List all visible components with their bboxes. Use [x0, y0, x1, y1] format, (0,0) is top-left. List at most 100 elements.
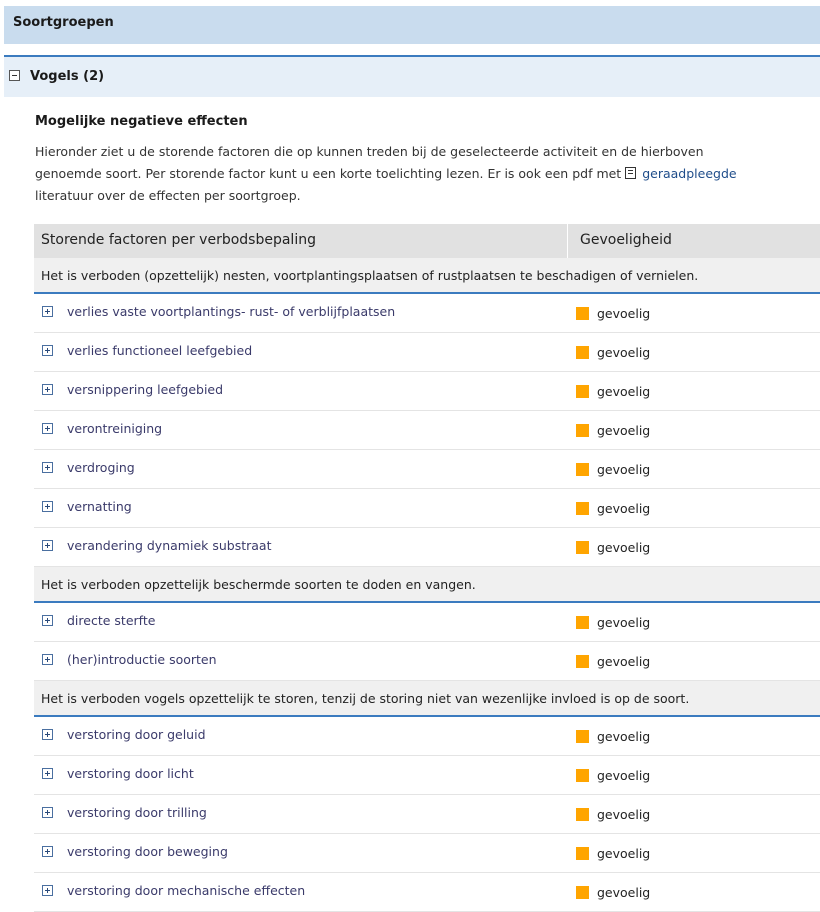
factor-cell[interactable]: verstoring door beweging	[34, 834, 568, 872]
factor-label[interactable]: verstoring door geluid	[67, 727, 206, 742]
expand-icon[interactable]	[42, 885, 53, 896]
factor-cell[interactable]: verstoring door licht	[34, 756, 568, 794]
sensitivity-indicator-icon	[576, 463, 589, 476]
factor-cell[interactable]: (her)introductie soorten	[34, 642, 568, 680]
table-row[interactable]: verstoring door trilling gevoelig	[34, 795, 820, 834]
table-row[interactable]: verdroging gevoelig	[34, 450, 820, 489]
table-header: Storende factoren per verbodsbepaling Ge…	[34, 224, 820, 258]
factor-cell[interactable]: verandering dynamiek substraat	[34, 528, 568, 566]
table-row[interactable]: verlies vaste voortplantings- rust- of v…	[34, 294, 820, 333]
factor-label[interactable]: verlies functioneel leefgebied	[67, 343, 252, 358]
header-sensitivity: Gevoeligheid	[580, 232, 672, 248]
sensitivity-label: gevoelig	[597, 846, 651, 861]
table-row[interactable]: directe sterfte gevoelig	[34, 603, 820, 642]
table-row[interactable]: verstoring door geluid gevoelig	[34, 717, 820, 756]
factor-label[interactable]: verandering dynamiek substraat	[67, 538, 272, 553]
sensitivity-indicator-icon	[576, 346, 589, 359]
sensitivity-cell: gevoelig	[568, 834, 820, 872]
factor-label[interactable]: verstoring door trilling	[67, 805, 207, 820]
sensitivity-indicator-icon	[576, 847, 589, 860]
factor-label[interactable]: vernatting	[67, 499, 132, 514]
effects-intro: Hieronder ziet u de storende factoren di…	[35, 141, 820, 207]
expand-icon[interactable]	[42, 729, 53, 740]
vogels-group-header[interactable]: Vogels (2)	[4, 55, 820, 97]
expand-icon[interactable]	[42, 306, 53, 317]
sensitivity-cell: gevoelig	[568, 450, 820, 488]
sensitivity-cell: gevoelig	[568, 795, 820, 833]
sensitivity-cell: gevoelig	[568, 642, 820, 680]
sensitivity-label: gevoelig	[597, 306, 651, 321]
expand-icon[interactable]	[42, 501, 53, 512]
factor-cell[interactable]: directe sterfte	[34, 603, 568, 641]
table-row[interactable]: verandering dynamiek substraat gevoelig	[34, 528, 820, 567]
factor-cell[interactable]: verstoring door trilling	[34, 795, 568, 833]
sensitivity-cell: gevoelig	[568, 603, 820, 641]
prohibition-heading: Het is verboden vogels opzettelijk te st…	[34, 681, 820, 717]
sensitivity-cell: gevoelig	[568, 528, 820, 566]
factor-label[interactable]: versnippering leefgebied	[67, 382, 223, 397]
table-row[interactable]: verstoring door mechanische effecten gevo…	[34, 873, 820, 912]
header-factors: Storende factoren per verbodsbepaling	[34, 224, 568, 258]
sensitivity-label: gevoelig	[597, 501, 651, 516]
sensitivity-label: gevoelig	[597, 768, 651, 783]
sensitivity-label: gevoelig	[597, 384, 651, 399]
factor-label[interactable]: verlies vaste voortplantings- rust- of v…	[67, 304, 395, 319]
sensitivity-cell: gevoelig	[568, 873, 820, 911]
factor-cell[interactable]: verontreiniging	[34, 411, 568, 449]
collapse-icon[interactable]	[9, 70, 20, 81]
expand-icon[interactable]	[42, 846, 53, 857]
table-row[interactable]: verlies functioneel leefgebied gevoelig	[34, 333, 820, 372]
sensitivity-cell: gevoelig	[568, 372, 820, 410]
factor-cell[interactable]: vernatting	[34, 489, 568, 527]
factor-cell[interactable]: verlies functioneel leefgebied	[34, 333, 568, 371]
intro-line-3: literatuur over de effecten per soortgro…	[35, 188, 301, 203]
expand-icon[interactable]	[42, 654, 53, 665]
factor-cell[interactable]: verlies vaste voortplantings- rust- of v…	[34, 294, 568, 332]
factors-table: Storende factoren per verbodsbepaling Ge…	[34, 224, 820, 912]
factor-label[interactable]: verstoring door mechanische effecten	[67, 883, 305, 898]
table-row[interactable]: verstoring door beweging gevoelig	[34, 834, 820, 873]
expand-icon[interactable]	[42, 768, 53, 779]
vogels-title: Vogels (2)	[30, 69, 105, 84]
table-row[interactable]: vernatting gevoelig	[34, 489, 820, 528]
expand-icon[interactable]	[42, 615, 53, 626]
sensitivity-indicator-icon	[576, 769, 589, 782]
factor-label[interactable]: verstoring door licht	[67, 766, 194, 781]
table-row[interactable]: verstoring door licht gevoelig	[34, 756, 820, 795]
effects-title: Mogelijke negatieve effecten	[35, 114, 248, 129]
expand-icon[interactable]	[42, 807, 53, 818]
factor-label[interactable]: verdroging	[67, 460, 135, 475]
factor-cell[interactable]: verdroging	[34, 450, 568, 488]
sensitivity-label: gevoelig	[597, 345, 651, 360]
sensitivity-indicator-icon	[576, 307, 589, 320]
sensitivity-label: gevoelig	[597, 807, 651, 822]
factor-label[interactable]: verontreiniging	[67, 421, 162, 436]
sensitivity-label: gevoelig	[597, 654, 651, 669]
factor-cell[interactable]: verstoring door mechanische effecten	[34, 873, 568, 911]
expand-icon[interactable]	[42, 423, 53, 434]
prohibition-heading: Het is verboden (opzettelijk) nesten, vo…	[34, 258, 820, 294]
intro-line-2: genoemde soort. Per storende factor kunt…	[35, 163, 820, 185]
sensitivity-cell: gevoelig	[568, 756, 820, 794]
table-row[interactable]: (her)introductie soorten gevoelig	[34, 642, 820, 681]
sensitivity-label: gevoelig	[597, 729, 651, 744]
factor-label[interactable]: verstoring door beweging	[67, 844, 228, 859]
expand-icon[interactable]	[42, 345, 53, 356]
sensitivity-label: gevoelig	[597, 423, 651, 438]
expand-icon[interactable]	[42, 540, 53, 551]
factor-label[interactable]: directe sterfte	[67, 613, 155, 628]
table-row[interactable]: versnippering leefgebied gevoelig	[34, 372, 820, 411]
factor-cell[interactable]: verstoring door geluid	[34, 717, 568, 755]
sensitivity-cell: gevoelig	[568, 294, 820, 332]
factor-label[interactable]: (her)introductie soorten	[67, 652, 217, 667]
expand-icon[interactable]	[42, 462, 53, 473]
sensitivity-indicator-icon	[576, 616, 589, 629]
literature-link[interactable]: geraadpleegde	[642, 166, 736, 181]
expand-icon[interactable]	[42, 384, 53, 395]
intro-line-1: Hieronder ziet u de storende factoren di…	[35, 144, 704, 159]
table-row[interactable]: verontreiniging gevoelig	[34, 411, 820, 450]
sensitivity-cell: gevoelig	[568, 411, 820, 449]
factor-cell[interactable]: versnippering leefgebied	[34, 372, 568, 410]
sensitivity-cell: gevoelig	[568, 717, 820, 755]
sensitivity-indicator-icon	[576, 502, 589, 515]
